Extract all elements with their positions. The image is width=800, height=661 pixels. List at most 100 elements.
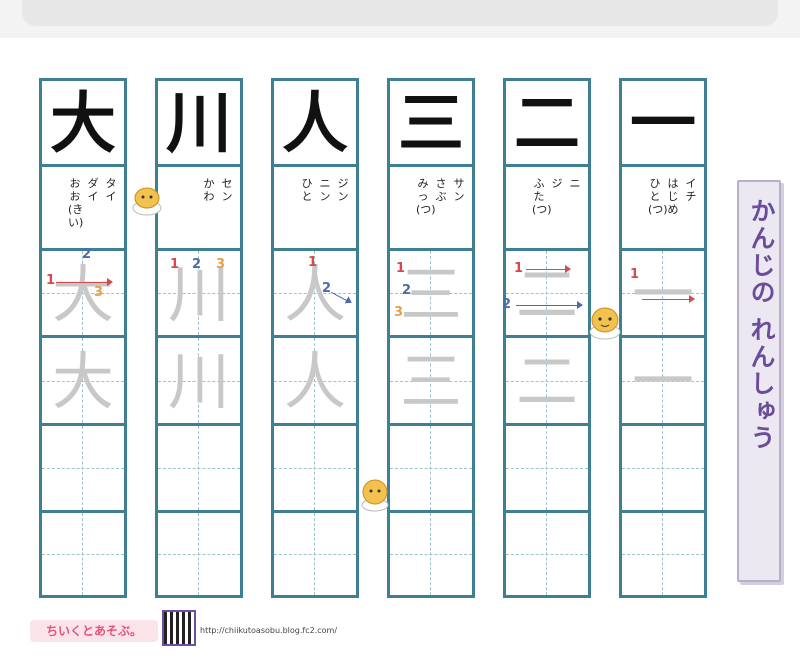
stroke-number-1: 1 [514, 261, 524, 276]
stroke-number-2: 2 [192, 257, 202, 272]
stroke-number-1: 1 [396, 261, 406, 276]
stroke-number-1: 1 [46, 273, 56, 288]
trace-cell[interactable]: 三 [390, 338, 472, 426]
kun-reading-2: ふた(つ) [532, 177, 552, 216]
kanji-column-san: 三 サン さぶ みっ(つ) 三 1 2 3 三 [387, 78, 475, 598]
stroke-order-cell: 三 1 2 3 [390, 251, 472, 338]
kun-reading: はじめ [667, 177, 679, 216]
kanji-column-kawa: 川 セン かわ 川 1 2 3 川 [155, 78, 243, 598]
on-reading: ニ [569, 177, 581, 190]
stroke-number-2: 2 [82, 247, 92, 262]
model-cell: 大 [42, 81, 124, 167]
kun-reading: かわ [203, 177, 215, 203]
reading-cell: ニ ジ ふた(つ) [506, 167, 588, 251]
trace-kanji: 大 [51, 345, 114, 418]
reading-cell: サン さぶ みっ(つ) [390, 167, 472, 251]
stroke-order-cell: 大 1 2 3 [42, 247, 124, 338]
practice-cell[interactable] [390, 513, 472, 595]
model-cell: 人 [274, 81, 356, 167]
egg-mascot-icon [132, 187, 162, 216]
practice-cell[interactable] [390, 426, 472, 513]
model-kanji: 三 [398, 84, 464, 162]
worksheet-title-box: かんじの れんしゅう [737, 180, 781, 582]
stroke-number-1: 1 [308, 255, 318, 270]
kun-reading: ニン [319, 177, 331, 203]
model-cell: 三 [390, 81, 472, 167]
stroke-number-2: 2 [502, 297, 512, 312]
browser-top-bar [0, 0, 800, 39]
kanji-column-ichi: 一 イチ はじめ ひと(つ) 一 1 一 [619, 78, 707, 598]
model-kanji: 川 [166, 84, 232, 162]
practice-cell[interactable] [158, 426, 240, 513]
kanji-column-hito: 人 ジン ニン ひと 人 1 2 人 [271, 78, 359, 598]
kun-reading-2: おお(きい) [68, 177, 84, 229]
trace-kanji: 川 [167, 345, 230, 418]
worksheet: 大 タイ ダイ おお(きい) 大 1 2 3 大 川 セン かわ 川 1 2 3… [0, 38, 800, 661]
reading-cell: セン かわ [158, 167, 240, 251]
stroke-order-cell: 二 1 2 [502, 251, 588, 338]
stroke-arrow [56, 278, 113, 286]
trace-kanji: 一 [631, 345, 694, 418]
kun-reading-2: ひと [301, 177, 313, 203]
practice-cell[interactable] [622, 426, 704, 513]
site-url[interactable]: http://chiikutoasobu.blog.fc2.com/ [200, 626, 337, 635]
practice-cell[interactable] [42, 513, 124, 595]
stroke-order-cell: 人 1 2 [274, 251, 356, 338]
practice-cell[interactable] [622, 513, 704, 595]
model-cell: 川 [158, 81, 240, 167]
on-reading: イチ [685, 177, 697, 203]
trace-kanji: 大 [51, 258, 114, 331]
practice-cell[interactable] [274, 513, 356, 595]
egg-mascot-icon [589, 307, 621, 340]
kun-reading-2: ひと(つ) [648, 177, 668, 216]
reading-cell: ジン ニン ひと [274, 167, 356, 251]
stroke-arrow [516, 301, 583, 309]
kun-reading: ダイ [87, 177, 99, 203]
model-cell: 一 [622, 81, 704, 167]
model-kanji: 大 [50, 84, 116, 162]
stroke-order-cell: 川 1 2 3 [158, 251, 240, 338]
trace-cell[interactable]: 二 [506, 338, 588, 426]
practice-cell[interactable] [506, 426, 588, 513]
on-reading: サン [453, 177, 465, 203]
stroke-arrow [526, 265, 571, 273]
practice-cell[interactable] [158, 513, 240, 595]
practice-cell[interactable] [42, 426, 124, 513]
model-kanji: 一 [630, 84, 696, 162]
stroke-number-3: 3 [394, 305, 404, 320]
stroke-number-3: 3 [216, 257, 226, 272]
trace-kanji: 人 [283, 345, 346, 418]
trace-cell[interactable]: 川 [158, 338, 240, 426]
stroke-number-2: 2 [402, 283, 412, 298]
model-kanji: 人 [282, 84, 348, 162]
stroke-number-1: 1 [170, 257, 180, 272]
qr-code-icon [162, 610, 196, 646]
trace-cell[interactable]: 大 [42, 338, 124, 426]
trace-kanji: 三 [399, 345, 462, 418]
trace-cell[interactable]: 人 [274, 338, 356, 426]
model-kanji: 二 [514, 84, 580, 162]
stroke-number-1: 1 [630, 267, 640, 282]
trace-cell[interactable]: 一 [622, 338, 704, 426]
site-logo: ちいくとあそぶ。 [30, 620, 158, 642]
reading-cell: イチ はじめ ひと(つ) [622, 167, 704, 251]
practice-cell[interactable] [506, 513, 588, 595]
on-reading: タイ [105, 177, 117, 203]
trace-kanji: 二 [515, 345, 578, 418]
egg-mascot-icon [361, 479, 389, 512]
address-bar[interactable] [22, 0, 778, 26]
worksheet-title: かんじの れんしゅう [747, 198, 776, 452]
on-reading: セン [221, 177, 233, 203]
kanji-column-dai: 大 タイ ダイ おお(きい) 大 1 2 3 大 [39, 78, 127, 598]
stroke-number-3: 3 [94, 285, 104, 300]
kanji-column-ni: 二 ニ ジ ふた(つ) 二 1 2 二 [502, 78, 591, 598]
reading-cell: タイ ダイ おお(きい) [42, 167, 124, 251]
kun-reading: さぶ [435, 177, 447, 203]
kun-reading: ジ [551, 177, 563, 190]
on-reading: ジン [337, 177, 349, 203]
stroke-number-2: 2 [322, 281, 332, 296]
stroke-order-cell: 一 1 [622, 251, 704, 338]
kun-reading-2: みっ(つ) [416, 177, 436, 216]
model-cell: 二 [506, 81, 588, 167]
practice-cell[interactable] [274, 426, 356, 513]
